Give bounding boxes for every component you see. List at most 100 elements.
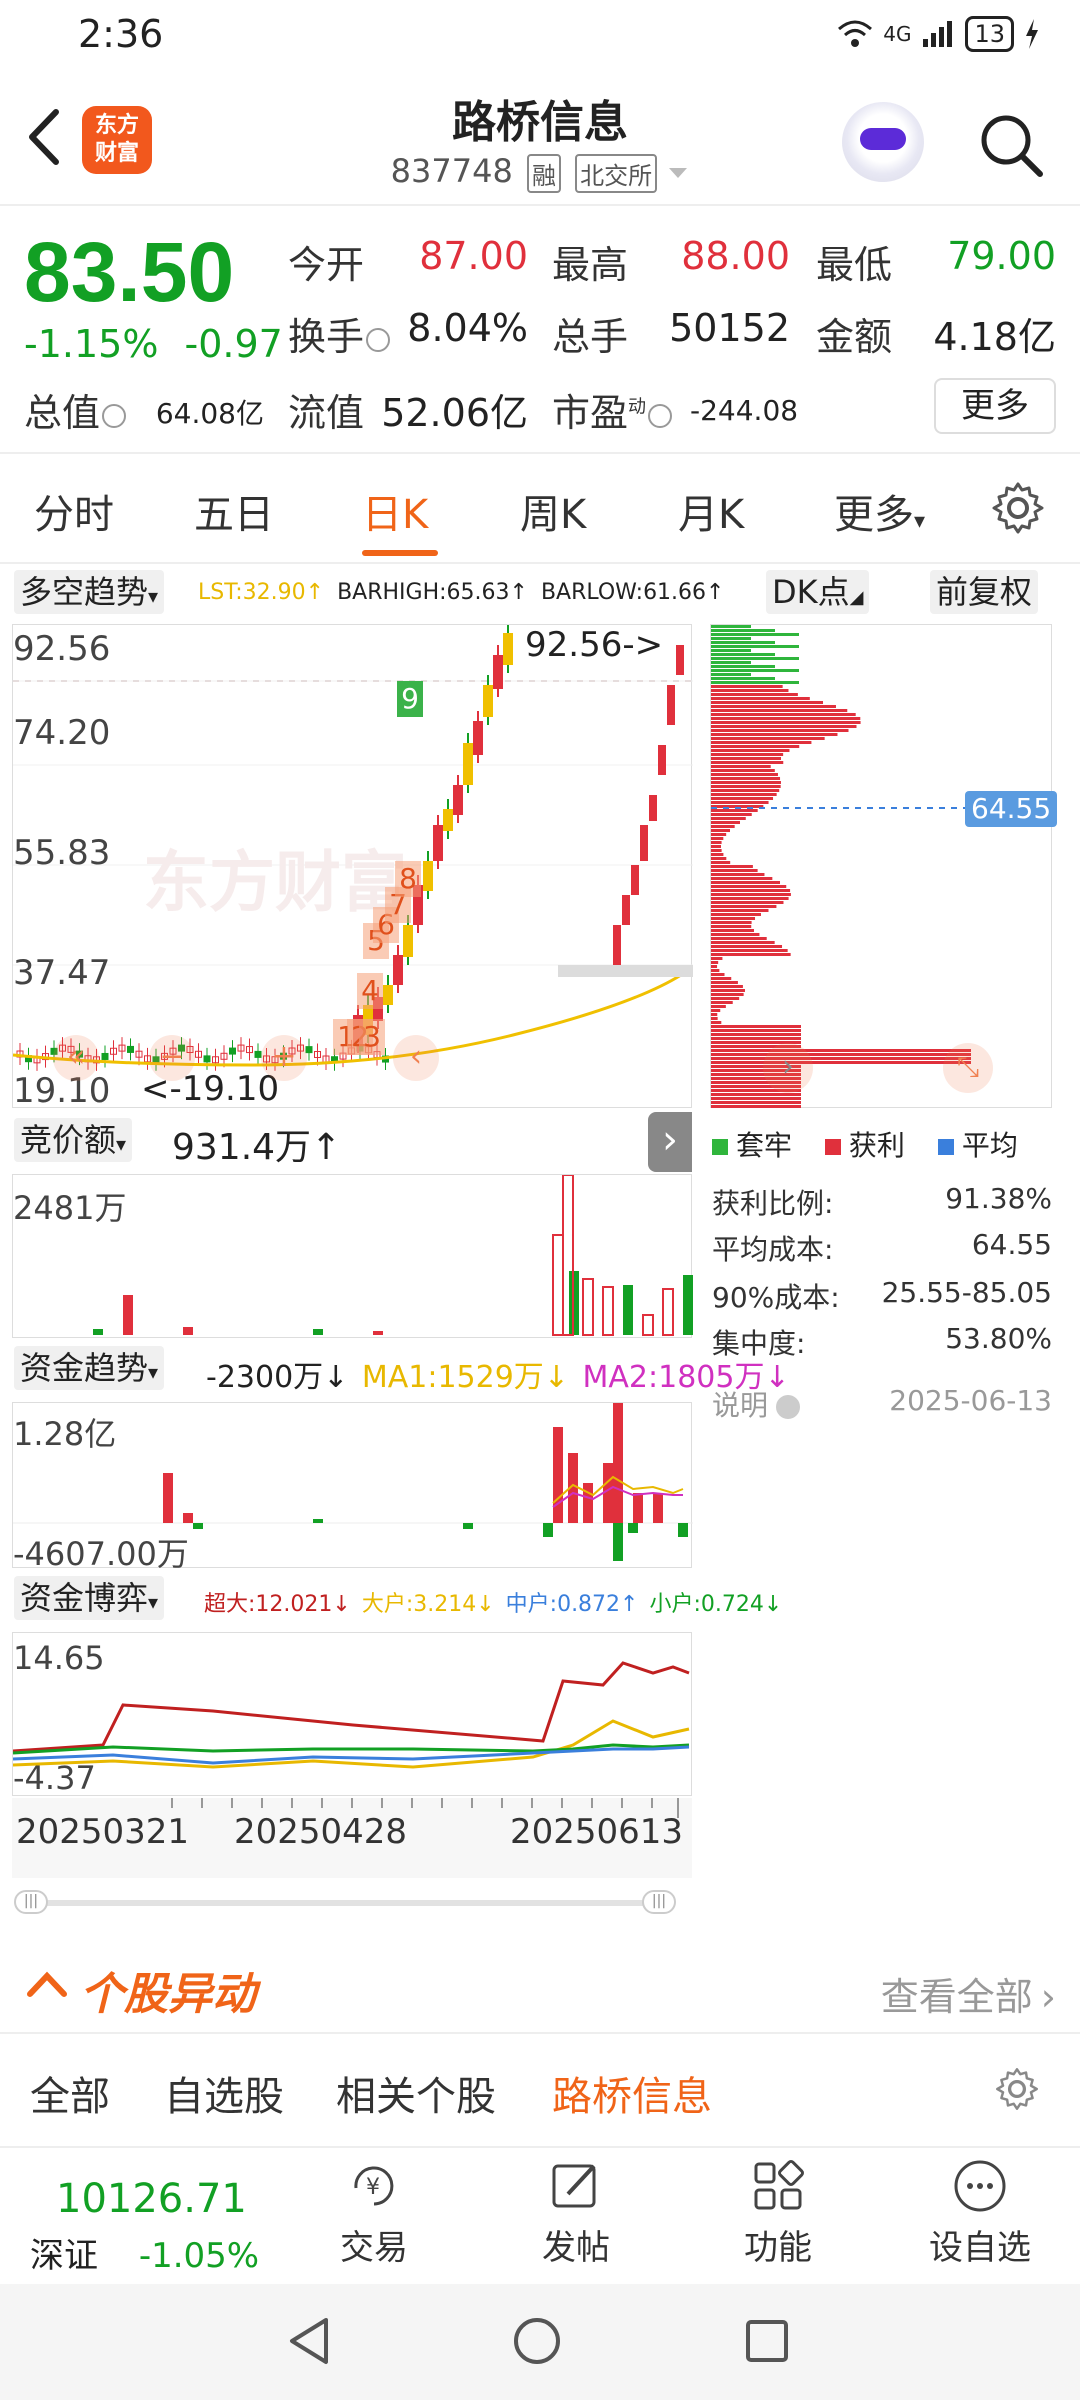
fund-game-select[interactable]: 资金博弈▾	[14, 1576, 165, 1620]
barhigh-value: BARHIGH:65.63↑	[337, 580, 528, 605]
x-axis: 20250321 20250428 20250613	[12, 1798, 692, 1878]
chip-bar	[711, 749, 790, 752]
charging-icon	[1026, 19, 1038, 49]
adjust-select[interactable]: 前复权	[930, 570, 1039, 614]
scrollbar-left-handle[interactable]: |||	[14, 1890, 48, 1914]
system-recents-icon[interactable]	[744, 2318, 790, 2364]
filter-this-stock[interactable]: 路桥信息	[552, 2064, 712, 2122]
fund-game-svg	[12, 1661, 690, 1769]
chip-bar	[711, 1053, 971, 1056]
dk-point-toggle[interactable]: DK点◢	[766, 570, 870, 614]
signal-marker-4: 4	[357, 973, 383, 1009]
chip-bar	[711, 1001, 733, 1004]
tab-more[interactable]: 更多▾	[834, 482, 925, 540]
filter-watchlist[interactable]: 自选股	[164, 2064, 284, 2122]
profit-ratio-value: 91.38%	[945, 1182, 1052, 1215]
chevron-up-icon[interactable]	[26, 1970, 68, 2000]
chip-bar	[711, 985, 743, 988]
index-ticker[interactable]: 10126.71 深证 -1.05%	[30, 2176, 259, 2277]
kline-chart[interactable]: 东方财富 92.56 74.20 55.83 37.47 19.10 92.56…	[12, 623, 693, 1111]
x-label-3: 20250613	[510, 1812, 684, 1852]
fund-trend-select[interactable]: 资金趋势▾	[14, 1346, 165, 1390]
chip-bar	[711, 709, 848, 712]
info-icon[interactable]	[102, 403, 127, 428]
scroll-left-fast-icon[interactable]: «	[53, 1035, 99, 1081]
nav-functions[interactable]: 功能	[718, 2158, 838, 2269]
nav-add-watch[interactable]: 设自选	[920, 2158, 1040, 2269]
chip-bar	[711, 933, 760, 936]
chip-bar	[711, 877, 773, 880]
tab-five-day[interactable]: 五日	[194, 482, 274, 540]
zoom-out-icon[interactable]: −	[149, 1035, 195, 1081]
fund-trend-chart[interactable]: 1.28亿 -4607.00万	[12, 1402, 693, 1573]
info-icon[interactable]	[776, 1395, 801, 1419]
view-all-link[interactable]: 查看全部 ›	[881, 1966, 1056, 2021]
candle	[383, 985, 393, 1005]
chip-bar	[711, 885, 787, 888]
system-back-icon[interactable]	[286, 2316, 332, 2366]
zoom-in-icon[interactable]: +	[261, 1035, 307, 1081]
candle	[423, 861, 433, 891]
info-icon[interactable]	[648, 403, 673, 428]
fund-bar	[183, 1513, 193, 1523]
avg-label: 平均	[961, 1129, 1018, 1162]
search-icon[interactable]	[976, 110, 1046, 180]
stock-anomaly-header: 个股异动 查看全部 ›	[0, 1940, 1080, 2034]
nav-post[interactable]: 发帖	[516, 2158, 636, 2269]
gear-icon[interactable]	[990, 480, 1046, 536]
tab-intraday[interactable]: 分时	[34, 482, 114, 540]
gear-icon[interactable]	[994, 2066, 1040, 2112]
candle	[631, 865, 639, 895]
fund-bar	[583, 1483, 593, 1523]
chip-bar	[711, 981, 738, 984]
avg-cost-row: 平均成本: 64.55	[712, 1228, 1052, 1268]
chip-bar	[711, 929, 755, 932]
tab-weekly-k[interactable]: 周K	[520, 482, 586, 540]
fund-trend-ma1: MA1:1529万↓	[361, 1360, 569, 1395]
scroll-left-icon[interactable]: ‹	[393, 1035, 439, 1081]
chip-distribution-chart[interactable]: 64.55 › ⤡	[710, 624, 1058, 1108]
fund-bar	[613, 1523, 623, 1561]
filter-related[interactable]: 相关个股	[336, 2064, 496, 2122]
candle	[493, 655, 503, 689]
scrollbar-right-handle[interactable]: |||	[642, 1890, 676, 1914]
info-icon[interactable]	[366, 327, 391, 352]
cost90-row: 90%成本: 25.55-85.05	[712, 1276, 1052, 1316]
chip-bar	[711, 917, 756, 920]
nav-trade[interactable]: ¥ 交易	[314, 2158, 434, 2269]
volume-label: 总手	[552, 315, 629, 359]
turnover-label[interactable]: 换手	[288, 306, 392, 361]
fund-trend-ma2: MA2:1805万↓	[582, 1360, 790, 1395]
filter-all[interactable]: 全部	[30, 2064, 110, 2122]
chip-bar	[711, 685, 783, 688]
signal-marker-3: 3	[359, 1019, 385, 1055]
chevron-right-icon[interactable]: ›	[763, 1043, 813, 1093]
chip-bar	[711, 677, 775, 680]
more-quote-button[interactable]: 更多	[934, 378, 1056, 434]
system-home-icon[interactable]	[512, 2316, 562, 2366]
expand-icon[interactable]: ⤡	[943, 1043, 993, 1093]
chip-svg	[711, 625, 971, 1108]
avg-cost-marker: 64.55	[965, 791, 1058, 827]
assistant-avatar[interactable]	[842, 102, 924, 182]
range-scrollbar[interactable]: ||| |||	[14, 1890, 690, 1914]
bid-indicator-select[interactable]: 竞价额▾	[14, 1118, 133, 1162]
bid-chart[interactable]: 2481万	[12, 1174, 693, 1338]
chip-bar	[711, 625, 751, 628]
mktcap-label[interactable]: 总值	[24, 382, 128, 437]
high-marker: 92.56->	[525, 625, 664, 665]
pe-label[interactable]: 市盈动	[552, 382, 674, 437]
candle	[622, 895, 630, 925]
fund-game-axis-top: 14.65	[13, 1639, 105, 1677]
fund-game-chart[interactable]: 14.65 -4.37	[12, 1632, 692, 1797]
collapse-panel-icon[interactable]: ›	[648, 1112, 692, 1172]
bottom-toolbar: 10126.71 深证 -1.05% ¥ 交易 发帖 功能 设自选	[0, 2146, 1080, 2282]
tab-daily-k[interactable]: 日K	[362, 482, 428, 540]
chip-bar	[711, 997, 740, 1000]
indicator-select[interactable]: 多空趋势▾	[14, 570, 165, 614]
active-tab-indicator	[362, 550, 438, 556]
chip-bar	[711, 801, 769, 804]
bid-bar	[683, 1275, 693, 1335]
chip-bar	[711, 965, 718, 968]
tab-monthly-k[interactable]: 月K	[678, 482, 744, 540]
